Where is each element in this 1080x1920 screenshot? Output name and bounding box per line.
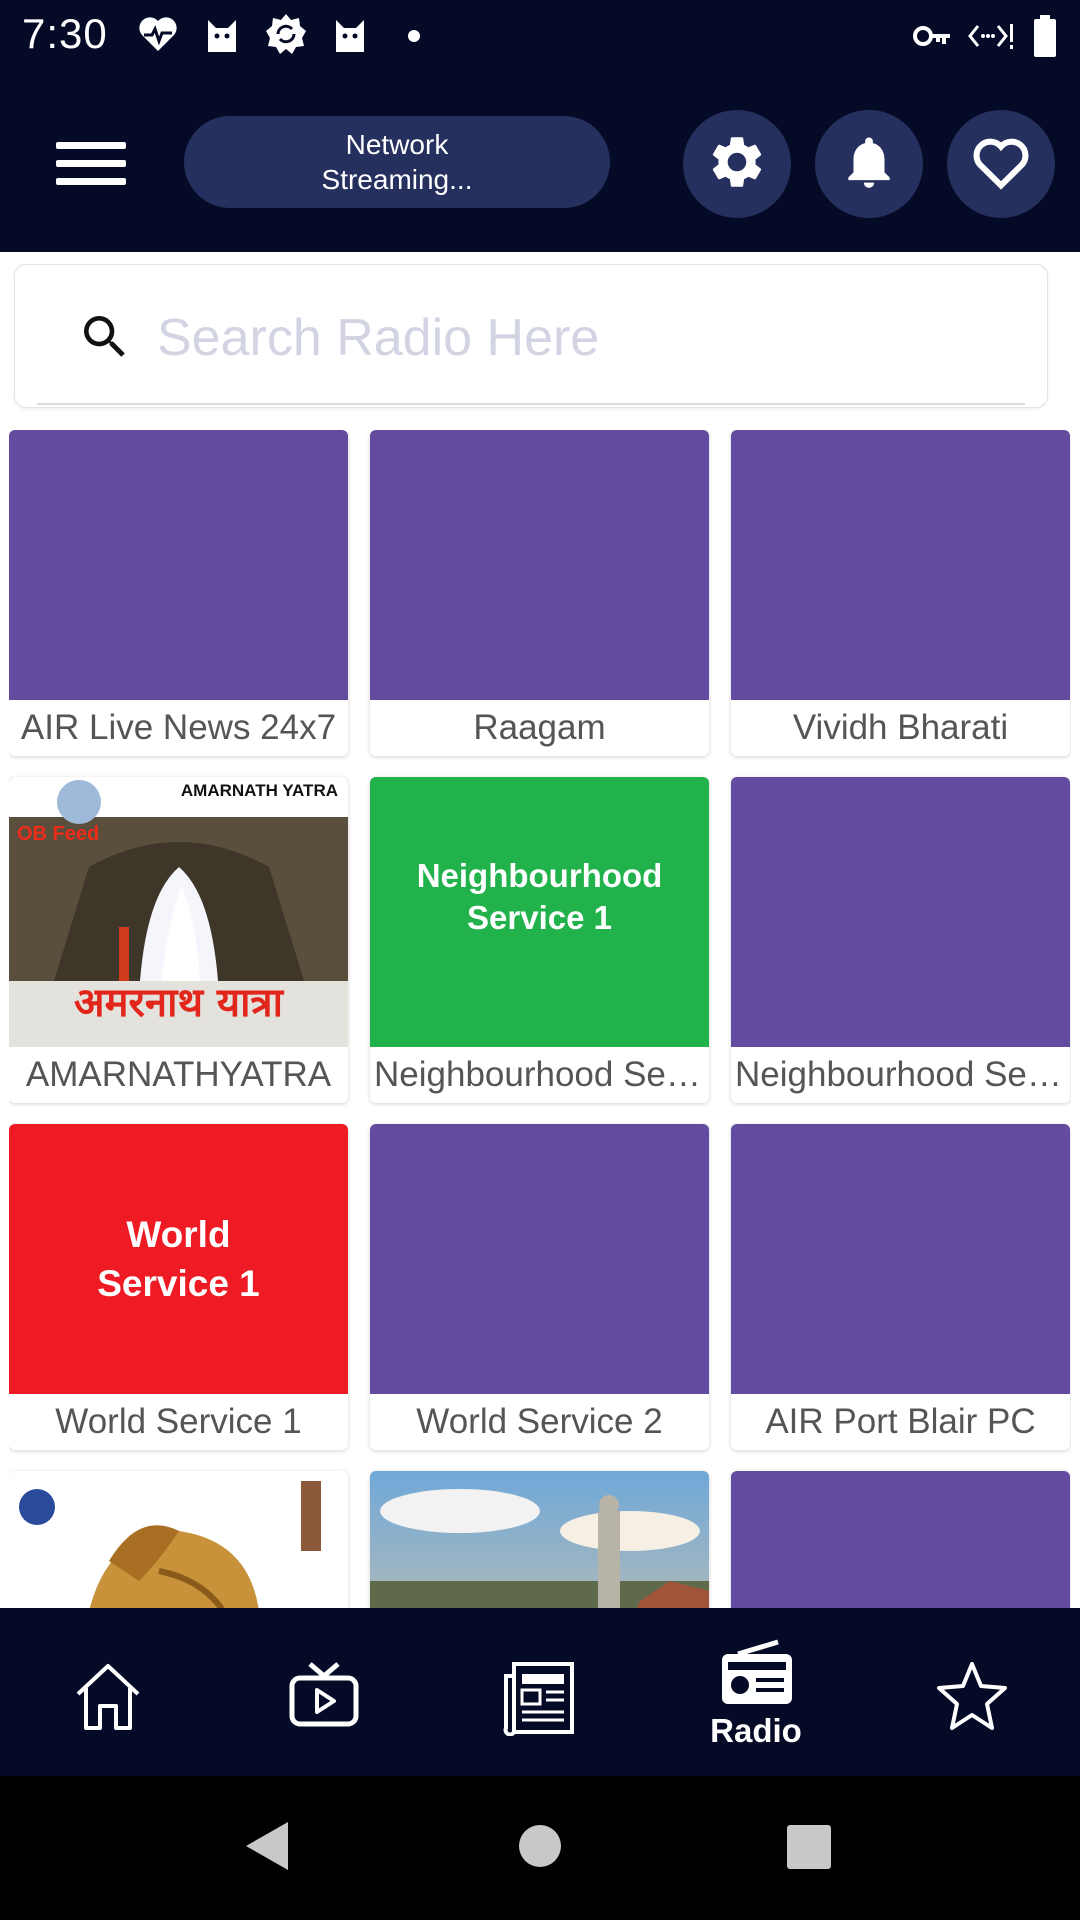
nav-home[interactable] xyxy=(0,1608,216,1776)
nandi-thumbnail xyxy=(9,1471,348,1608)
station-thumbnail xyxy=(731,1124,1070,1394)
station-card[interactable] xyxy=(9,1471,348,1608)
station-thumbnail xyxy=(370,1124,709,1394)
nav-radio[interactable]: Radio xyxy=(648,1608,864,1776)
station-name: Neighbourhood Service 1 xyxy=(374,1055,709,1094)
system-nav-bar xyxy=(0,1776,1080,1920)
dot-icon xyxy=(392,12,436,61)
home-circle-icon[interactable] xyxy=(518,1824,562,1873)
thumbnail-title: World Service 1 xyxy=(97,1214,260,1304)
heart-icon xyxy=(968,129,1034,200)
station-name: Neighbourhood Service 2 xyxy=(735,1055,1070,1094)
settings-icon xyxy=(706,131,768,198)
station-card[interactable]: AMARNATH YATRA OB Feed अमरनाथ यात्रा AMA… xyxy=(9,777,348,1103)
data-arrows-icon xyxy=(968,16,1016,61)
station-card[interactable] xyxy=(370,1471,709,1608)
station-name: World Service 1 xyxy=(55,1402,302,1441)
status-time: 7:30 xyxy=(22,10,108,57)
hamburger-menu-button[interactable] xyxy=(48,128,136,200)
thumbnail-title: Neighbourhood Service 1 xyxy=(416,857,663,936)
station-card[interactable]: AIR Live News 24x7 xyxy=(9,430,348,756)
bottom-nav: Radio xyxy=(0,1608,1080,1776)
landscape-thumbnail xyxy=(370,1471,709,1608)
station-name: World Service 2 xyxy=(416,1402,663,1441)
station-grid: AIR Live News 24x7 Raagam Vividh Bharati… xyxy=(9,430,1071,1608)
amarnath-overlay-tag: OB Feed xyxy=(17,823,100,845)
station-card[interactable]: AIR Port Blair PC xyxy=(731,1124,1070,1450)
notifications-button[interactable] xyxy=(815,110,923,218)
station-name: Vividh Bharati xyxy=(792,708,1009,747)
heart-pulse-icon xyxy=(136,12,180,61)
battery-icon xyxy=(1032,14,1058,63)
tv-icon xyxy=(284,1656,364,1741)
search-icon xyxy=(77,309,133,370)
recents-square-icon[interactable] xyxy=(786,1824,832,1875)
news-icon xyxy=(500,1656,580,1741)
station-thumbnail: Neighbourhood Service 1 xyxy=(370,777,709,1047)
station-thumbnail xyxy=(731,430,1070,700)
radio-icon xyxy=(716,1638,796,1713)
settings-button[interactable] xyxy=(683,110,791,218)
status-icons-left xyxy=(136,12,436,61)
cat-icon xyxy=(200,12,244,61)
search-box xyxy=(14,264,1048,408)
amarnath-thumbnail: AMARNATH YATRA OB Feed अमरनाथ यात्रा xyxy=(9,777,348,1047)
station-card[interactable] xyxy=(731,1471,1070,1608)
station-card[interactable]: Vividh Bharati xyxy=(731,430,1070,756)
station-thumbnail: World Service 1 xyxy=(9,1124,348,1394)
amarnath-overlay-top: AMARNATH YATRA xyxy=(180,781,338,800)
home-icon xyxy=(68,1656,148,1741)
station-card[interactable]: World Service 1 World Service 1 xyxy=(9,1124,348,1450)
nav-news[interactable] xyxy=(432,1608,648,1776)
station-thumbnail xyxy=(370,430,709,700)
station-name: AMARNATHYATRA xyxy=(25,1055,332,1094)
favorites-button[interactable] xyxy=(947,110,1055,218)
search-input[interactable] xyxy=(155,295,1019,381)
back-icon[interactable] xyxy=(244,1820,290,1877)
station-card[interactable]: Neighbourhood Service 1 Neighbourhood Se… xyxy=(370,777,709,1103)
star-icon xyxy=(932,1656,1012,1741)
stream-status-text: Network Streaming... xyxy=(321,129,473,195)
sync-badge-icon xyxy=(264,12,308,61)
search-underline xyxy=(37,403,1025,405)
nav-favorites[interactable] xyxy=(864,1608,1080,1776)
nav-tv[interactable] xyxy=(216,1608,432,1776)
cat-icon xyxy=(328,12,372,61)
station-thumbnail xyxy=(731,1471,1070,1608)
station-card[interactable]: Neighbourhood Service 2 xyxy=(731,777,1070,1103)
station-name: AIR Live News 24x7 xyxy=(20,708,337,747)
station-card[interactable]: Raagam xyxy=(370,430,709,756)
app-header: Network Streaming... xyxy=(0,72,1080,252)
station-name: AIR Port Blair PC xyxy=(765,1402,1036,1441)
vpn-key-icon xyxy=(912,16,952,61)
bell-icon xyxy=(838,131,900,198)
status-bar: 7:30 xyxy=(0,0,1080,72)
stream-status-pill: Network Streaming... xyxy=(184,116,610,208)
station-thumbnail xyxy=(731,777,1070,1047)
nav-radio-label: Radio xyxy=(710,1712,802,1749)
amarnath-overlay-hindi: अमरनाथ यात्रा xyxy=(74,980,283,1026)
station-thumbnail xyxy=(9,430,348,700)
status-icons-right xyxy=(912,14,1058,63)
station-card[interactable]: World Service 2 xyxy=(370,1124,709,1450)
station-name: Raagam xyxy=(473,708,606,747)
